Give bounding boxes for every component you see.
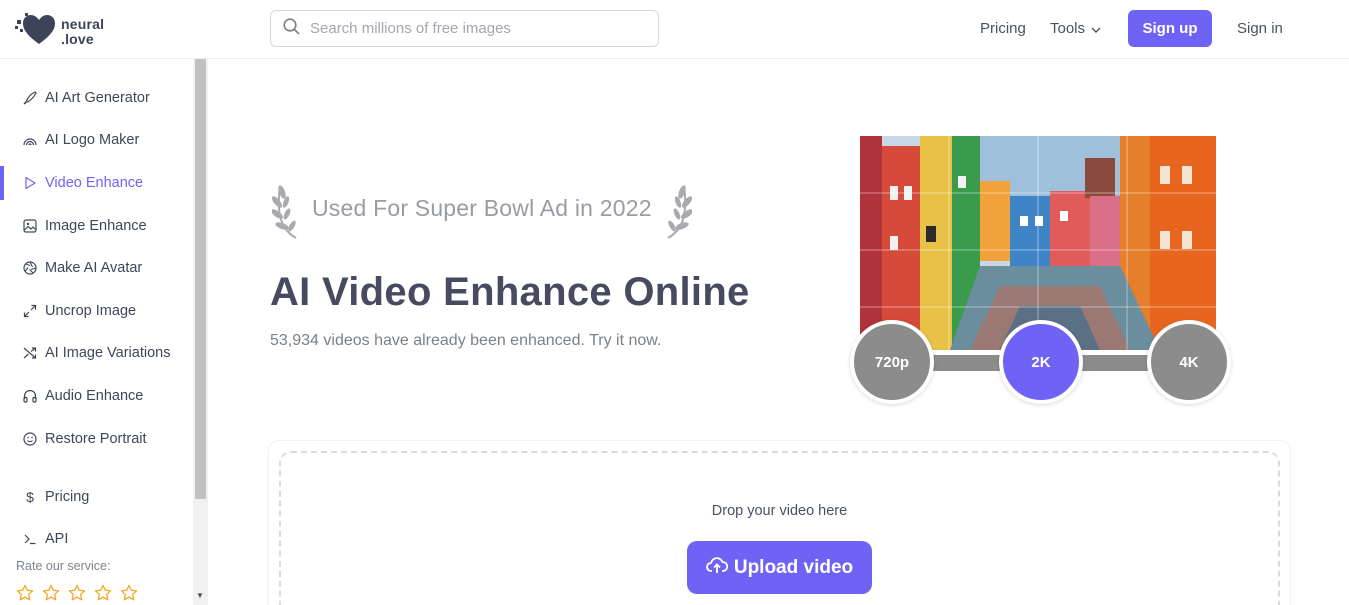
rate-service-label: Rate our service: <box>16 559 111 573</box>
sidebar-item-label: Image Enhance <box>45 218 147 234</box>
award-text: Used For Super Bowl Ad in 2022 <box>312 195 652 221</box>
brush-icon <box>23 91 37 105</box>
sidebar-item-api[interactable]: API <box>0 522 193 556</box>
sidebar-item-label: AI Art Generator <box>45 90 150 106</box>
resolution-4k-button[interactable]: 4K <box>1147 320 1231 404</box>
chevron-down-icon <box>1091 20 1101 37</box>
resolution-2k-button[interactable]: 2K <box>999 320 1083 404</box>
sidebar-item-ai-logo-maker[interactable]: AI Logo Maker <box>0 123 193 157</box>
star-icon[interactable] <box>16 584 34 602</box>
sidebar-item-label: Audio Enhance <box>45 388 144 404</box>
sidebar-item-label: API <box>45 531 69 547</box>
sidebar-item-uncrop-image[interactable]: Uncrop Image <box>0 294 193 328</box>
sidebar-item-label: Video Enhance <box>45 175 144 191</box>
sidebar-item-audio-enhance[interactable]: Audio Enhance <box>0 379 193 413</box>
heart-logo-icon <box>15 12 55 51</box>
search-bar[interactable] <box>270 10 659 47</box>
brand-name-line1: neural <box>61 15 105 32</box>
sidebar-item-label: Pricing <box>45 489 90 505</box>
sidebar-item-label: Uncrop Image <box>45 303 137 319</box>
page-subtitle: 53,934 videos have already been enhanced… <box>270 332 662 349</box>
sidebar-item-make-ai-avatar[interactable]: Make AI Avatar <box>0 251 193 285</box>
sign-up-button[interactable]: Sign up <box>1128 10 1212 47</box>
hero-sample-image <box>860 136 1216 350</box>
star-icon[interactable] <box>120 584 138 602</box>
scroll-down-arrow-icon[interactable]: ▼ <box>196 591 204 600</box>
sidebar-item-restore-portrait[interactable]: Restore Portrait <box>0 422 193 456</box>
aperture-icon <box>23 261 37 275</box>
search-icon <box>283 17 300 40</box>
rainbow-icon <box>23 133 37 147</box>
dollar-icon: $ <box>26 489 34 505</box>
brand-logo[interactable]: neural .love <box>15 12 104 51</box>
rating-stars <box>16 584 138 602</box>
sidebar-item-label: AI Logo Maker <box>45 132 140 148</box>
expand-icon <box>23 304 37 318</box>
sidebar-item-video-enhance[interactable]: Video Enhance <box>0 166 193 200</box>
upload-video-label: Upload video <box>733 556 854 578</box>
resolution-720p-button[interactable]: 720p <box>850 320 934 404</box>
sidebar-scrollbar[interactable]: ▼ <box>193 59 208 605</box>
upload-dropzone-card[interactable]: Drop your video here Upload video <box>269 441 1290 605</box>
award-badge: Used For Super Bowl Ad in 2022 <box>271 182 693 242</box>
play-icon <box>23 176 37 190</box>
sidebar-item-label: Restore Portrait <box>45 431 147 447</box>
page-title: AI Video Enhance Online <box>270 270 750 314</box>
search-input[interactable] <box>310 20 640 37</box>
sidebar-item-label: AI Image Variations <box>45 345 171 361</box>
nav-pricing-link[interactable]: Pricing <box>980 20 1026 37</box>
smile-icon <box>23 432 37 446</box>
sidebar-item-ai-image-variations[interactable]: AI Image Variations <box>0 336 193 370</box>
scrollbar-thumb[interactable] <box>195 59 206 499</box>
image-icon <box>23 219 37 233</box>
nav-tools-dropdown[interactable]: Tools <box>1050 20 1101 37</box>
sign-in-link[interactable]: Sign in <box>1237 20 1283 37</box>
sidebar-item-label: Make AI Avatar <box>45 260 143 276</box>
nav-tools-label: Tools <box>1050 20 1086 37</box>
star-icon[interactable] <box>68 584 86 602</box>
top-header: neural .love Pricing Tools Sign up Sign … <box>0 0 1349 59</box>
laurel-left-icon <box>271 182 306 247</box>
cloud-upload-icon <box>705 556 728 580</box>
terminal-icon <box>23 532 37 546</box>
star-icon[interactable] <box>42 584 60 602</box>
headphones-icon <box>23 389 37 403</box>
shuffle-icon <box>23 346 37 360</box>
sidebar-item-image-enhance[interactable]: Image Enhance <box>0 209 193 243</box>
sidebar-item-pricing[interactable]: $ Pricing <box>0 480 193 514</box>
star-icon[interactable] <box>94 584 112 602</box>
sidebar: AI Art Generator AI Logo Maker Video Enh… <box>0 59 193 605</box>
upload-video-button[interactable]: Upload video <box>687 541 872 594</box>
sidebar-item-ai-art-generator[interactable]: AI Art Generator <box>0 81 193 115</box>
drop-video-text: Drop your video here <box>711 503 848 519</box>
brand-name-line2: .love <box>61 30 94 47</box>
laurel-right-icon <box>658 182 693 247</box>
